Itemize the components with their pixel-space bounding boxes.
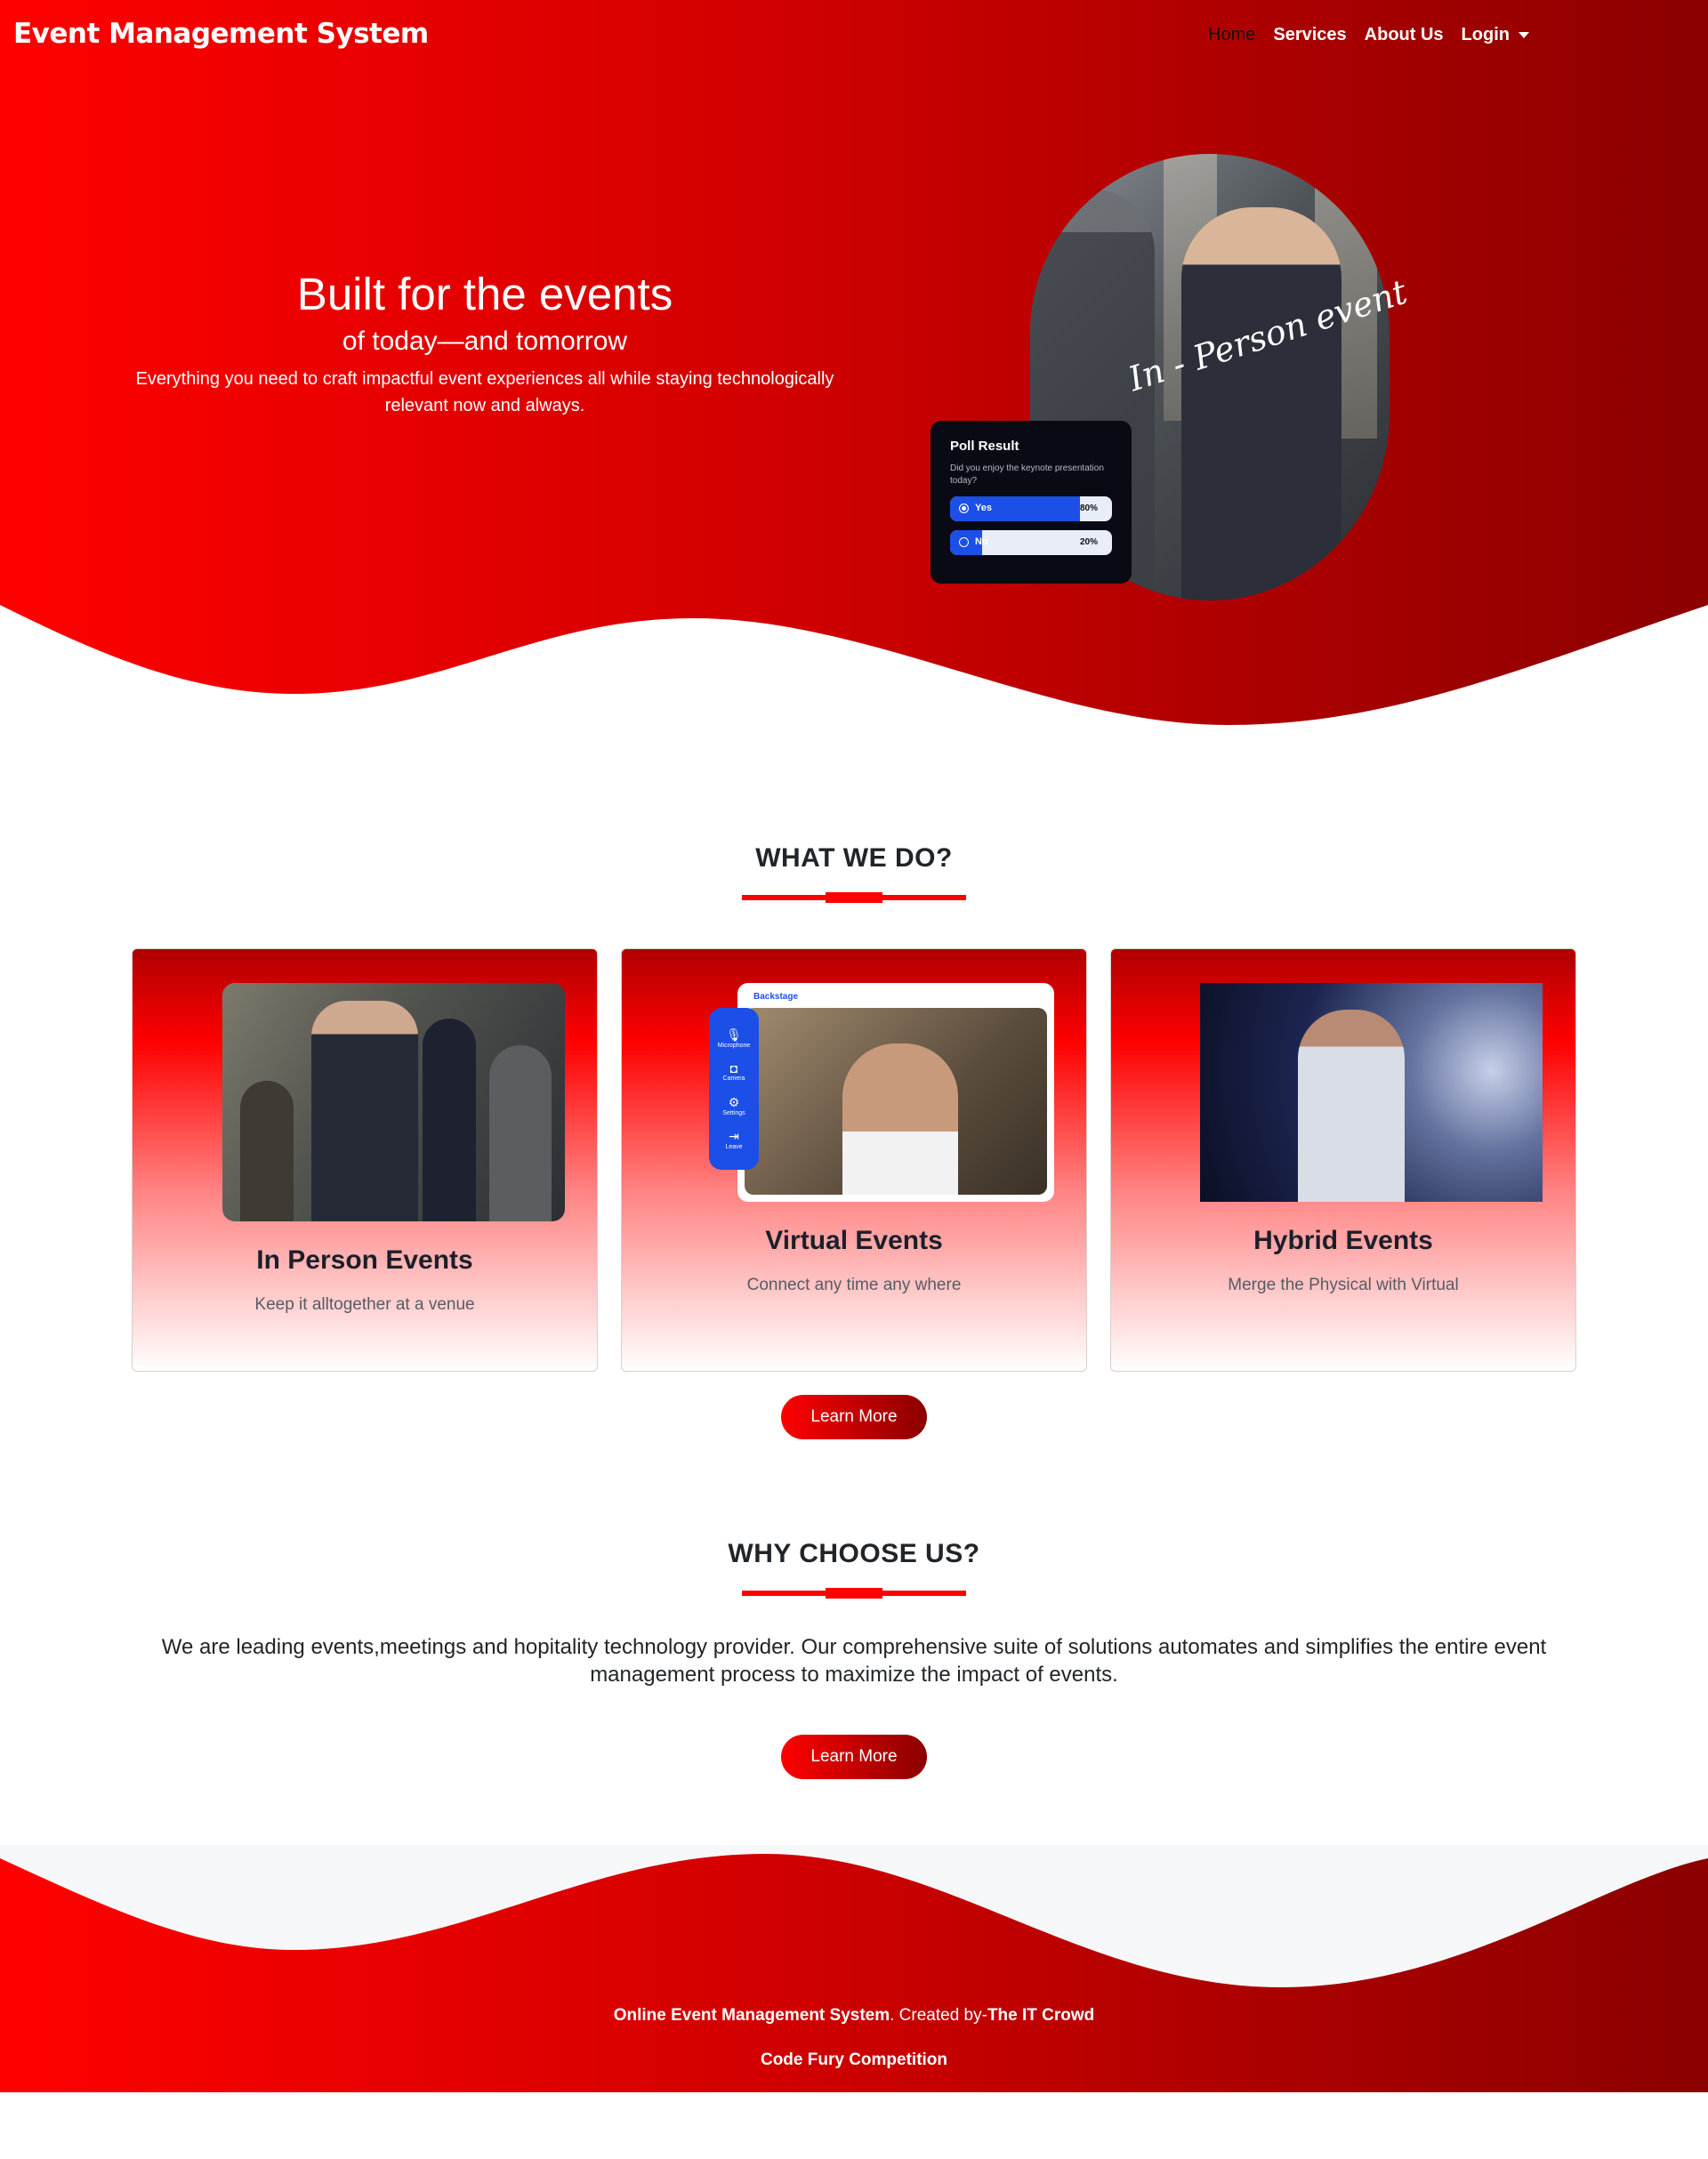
navbar: Event Management System Home Services Ab…: [0, 0, 1708, 73]
card-body: Virtual Events Connect any time any wher…: [622, 1226, 1086, 1295]
nav-links: Home Services About Us Login: [1208, 25, 1529, 45]
card-description: Keep it alltogether at a venue: [254, 1295, 475, 1314]
photo-person: [489, 1045, 552, 1221]
heading-divider: [742, 892, 966, 903]
card-virtual-events[interactable]: Backstage 🎙 Microphone ◘ Camera ⚙ Settings …: [621, 948, 1087, 1372]
microphone-icon: 🎙: [726, 1027, 742, 1043]
poll-option-no[interactable]: No 20%: [950, 530, 1112, 555]
poll-question: Did you enjoy the keynote presentation t…: [950, 463, 1104, 486]
footer-system-name: Online Event Management System: [613, 2006, 890, 2026]
poll-option-text: Yes: [975, 503, 992, 513]
poll-result-card: Poll Result Did you enjoy the keynote pr…: [931, 421, 1132, 584]
poll-option-label: No: [959, 536, 988, 547]
photo-person: [311, 1001, 418, 1221]
poll-option-label: Yes: [959, 503, 992, 513]
camera-icon: ◘: [729, 1061, 738, 1076]
card-description: Connect any time any where: [746, 1276, 962, 1294]
video-call-photo: [745, 1008, 1047, 1195]
hero-section: Event Management System Home Services Ab…: [0, 0, 1708, 756]
hero-subtitle: of today—and tomorrow: [342, 326, 628, 357]
footer-credits: Online Event Management System. Created …: [0, 2006, 1708, 2026]
why-choose-us-section: WHY CHOOSE US? We are leading events,mee…: [0, 1439, 1708, 1780]
poll-percent: 80%: [1079, 503, 1098, 513]
photo-person: [423, 1019, 476, 1221]
photo-person: [842, 1043, 958, 1195]
learn-more-button[interactable]: Learn More: [781, 1735, 927, 1780]
camera-button[interactable]: ◘ Camera: [723, 1061, 745, 1082]
backstage-app-label: Backstage: [753, 992, 799, 1002]
poll-title: Poll Result: [950, 439, 1019, 454]
card-title: In Person Events: [256, 1245, 473, 1275]
hero-title: Built for the events: [296, 269, 673, 319]
nav-link-home[interactable]: Home: [1208, 25, 1255, 45]
footer-competition: Code Fury Competition: [760, 2050, 948, 2070]
nav-link-services[interactable]: Services: [1273, 25, 1346, 45]
card-body: Hybrid Events Merge the Physical with Vi…: [1111, 1226, 1575, 1295]
photo-person: [1181, 207, 1341, 600]
in-person-event-image: [222, 983, 565, 1221]
gear-icon: ⚙: [728, 1094, 740, 1109]
exit-icon: ⇥: [729, 1128, 739, 1143]
hero-wave: [0, 605, 1708, 756]
radio-unselected-icon: [959, 536, 969, 547]
what-we-do-section: WHAT WE DO? In Person Events Keep it all…: [0, 756, 1708, 1439]
learn-more-button[interactable]: Learn More: [781, 1395, 927, 1439]
settings-button[interactable]: ⚙ Settings: [722, 1095, 745, 1116]
card-description: Merge the Physical with Virtual: [1228, 1276, 1459, 1294]
heading-divider: [742, 1588, 966, 1599]
poll-percent: 20%: [1079, 537, 1098, 547]
nav-dropdown-login[interactable]: Login: [1462, 25, 1529, 45]
poll-option-text: No: [975, 536, 988, 547]
virtual-event-image: Backstage 🎙 Microphone ◘ Camera ⚙ Settings …: [709, 983, 1054, 1202]
photo-person: [1298, 1010, 1405, 1202]
footer: Online Event Management System. Created …: [0, 1845, 1708, 2093]
why-choose-us-text: We are leading events,meetings and hopit…: [161, 1635, 1547, 1688]
nav-login-label: Login: [1461, 25, 1510, 44]
radio-selected-icon: [959, 503, 969, 513]
card-body: In Person Events Keep it alltogether at …: [133, 1245, 597, 1315]
card-in-person-events[interactable]: In Person Events Keep it alltogether at …: [132, 948, 598, 1372]
services-cards: In Person Events Keep it alltogether at …: [0, 948, 1708, 1372]
brand-logo[interactable]: Event Management System: [13, 18, 429, 50]
caret-down-icon: [1518, 32, 1529, 38]
microphone-button[interactable]: 🎙 Microphone: [718, 1027, 751, 1049]
call-controls-sidebar: 🎙 Microphone ◘ Camera ⚙ Settings ⇥ Leave: [709, 1008, 759, 1170]
section-heading: WHY CHOOSE US?: [728, 1539, 980, 1568]
hero-text: Built for the events of today—and tomorr…: [125, 267, 845, 419]
card-hybrid-events[interactable]: Hybrid Events Merge the Physical with Vi…: [1110, 948, 1576, 1372]
hero-description: Everything you need to craft impactful e…: [135, 369, 834, 416]
photo-person: [240, 1081, 294, 1221]
nav-link-about-us[interactable]: About Us: [1365, 25, 1444, 45]
card-title: Hybrid Events: [1253, 1226, 1433, 1255]
card-title: Virtual Events: [765, 1226, 943, 1255]
poll-option-yes[interactable]: Yes 80%: [950, 496, 1112, 521]
footer-created-by: . Created by-: [890, 2006, 987, 2026]
leave-button[interactable]: ⇥ Leave: [725, 1129, 742, 1150]
section-heading: WHAT WE DO?: [755, 843, 953, 873]
footer-team-name: The IT Crowd: [987, 2006, 1095, 2026]
hybrid-event-image: [1200, 983, 1543, 1202]
